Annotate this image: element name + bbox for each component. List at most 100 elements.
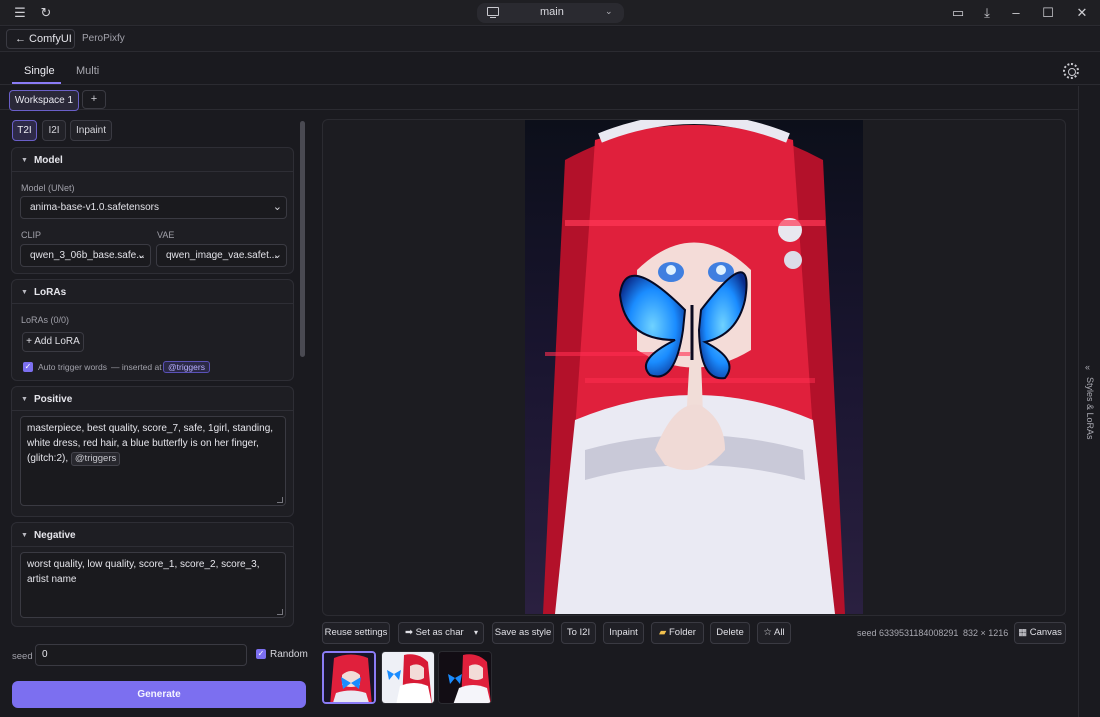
clip-select[interactable]: qwen_3_06b_base.safe... ⌄ bbox=[20, 244, 151, 267]
refresh-icon[interactable]: ↻ bbox=[38, 5, 54, 21]
back-to-comfyui-button[interactable]: ← ComfyUI bbox=[6, 29, 75, 49]
auto-trigger-label: Auto trigger words bbox=[38, 362, 107, 372]
chevron-down-icon: ▾ bbox=[473, 628, 478, 637]
lora-card-header[interactable]: ▼ LoRAs bbox=[21, 287, 66, 298]
workspace-tabs: Workspace 1 + bbox=[0, 86, 1078, 111]
set-as-char-label: ➡ Set as char bbox=[405, 627, 464, 638]
negative-prompt-input[interactable]: worst quality, low quality, score_1, sco… bbox=[20, 552, 286, 618]
settings-panel: T2I I2I Inpaint ▼ Model Model (UNet) anim… bbox=[0, 111, 308, 717]
positive-prompt-text: masterpiece, best quality, score_7, safe… bbox=[27, 423, 274, 464]
gear-icon[interactable] bbox=[1063, 63, 1079, 79]
expand-panel-icon[interactable]: « bbox=[1085, 362, 1090, 372]
size-readout: 832 × 1216 bbox=[963, 628, 1009, 638]
history-thumbnail[interactable] bbox=[322, 651, 376, 704]
folder-button[interactable]: ▰ Folder bbox=[651, 622, 704, 644]
trigger-token: @triggers bbox=[70, 452, 121, 466]
tab-t2i[interactable]: T2I bbox=[12, 120, 37, 141]
seed-input[interactable]: 0 bbox=[35, 644, 247, 666]
positive-card-title: Positive bbox=[33, 394, 73, 405]
app-nav: ← ComfyUI PeroPixfy bbox=[0, 27, 1100, 52]
feedback-icon[interactable]: ▭ bbox=[950, 5, 966, 21]
branch-selector[interactable]: main ⌄ bbox=[477, 3, 624, 23]
mode-tabs: Single Multi bbox=[0, 53, 1100, 85]
negative-card: ▼ Negative worst quality, low quality, sc… bbox=[11, 522, 294, 627]
positive-card: ▼ Positive masterpiece, best quality, sco… bbox=[11, 386, 294, 517]
chevron-down-icon: ⌄ bbox=[272, 249, 282, 261]
lora-card-title: LoRAs bbox=[33, 287, 67, 298]
trigger-tag: @triggers bbox=[163, 361, 210, 373]
random-seed-checkbox[interactable]: ✓ bbox=[256, 649, 266, 659]
styles-loras-label-wrap: Styles & LoRAs bbox=[1083, 377, 1095, 447]
menu-icon[interactable]: ☰ bbox=[12, 5, 28, 21]
tab-i2i[interactable]: I2I bbox=[42, 120, 66, 141]
active-tab-indicator bbox=[12, 82, 61, 84]
canvas-button[interactable]: ▦ Canvas bbox=[1014, 622, 1066, 644]
styles-loras-label: Styles & LoRAs bbox=[1085, 377, 1095, 440]
negative-card-title: Negative bbox=[33, 530, 76, 541]
to-i2i-button[interactable]: To I2I bbox=[561, 622, 596, 644]
history-thumbnail[interactable] bbox=[438, 651, 492, 704]
collapse-triangle-icon: ▼ bbox=[21, 157, 28, 164]
thumbnail-art bbox=[324, 653, 374, 702]
add-workspace-button[interactable]: + bbox=[82, 90, 106, 109]
add-lora-button[interactable]: + Add LoRA bbox=[22, 332, 84, 352]
inserted-at-label: — inserted at bbox=[111, 362, 162, 372]
set-as-char-button[interactable]: ➡ Set as char ▾ bbox=[398, 622, 484, 644]
model-card: ▼ Model Model (UNet) anima-base-v1.0.safe… bbox=[11, 147, 294, 274]
tab-workspace-1[interactable]: Workspace 1 bbox=[9, 90, 79, 111]
collapse-triangle-icon: ▼ bbox=[21, 532, 28, 539]
random-label: Random bbox=[270, 649, 308, 660]
maximize-icon[interactable]: ☐ bbox=[1040, 5, 1056, 21]
seed-readout: seed 6339531184008291 bbox=[857, 628, 959, 638]
positive-prompt-input[interactable]: masterpiece, best quality, score_7, safe… bbox=[20, 416, 286, 506]
clip-label: CLIP bbox=[21, 230, 42, 240]
negative-card-header[interactable]: ▼ Negative bbox=[21, 530, 76, 541]
generate-button[interactable]: Generate bbox=[12, 681, 306, 708]
chevron-down-icon: ⌄ bbox=[272, 201, 282, 213]
seed-label: seed bbox=[12, 651, 33, 662]
star-icon: ☆ bbox=[763, 627, 772, 638]
divider bbox=[12, 546, 293, 547]
unet-label: Model (UNet) bbox=[21, 183, 75, 193]
favorites-all-button[interactable]: ☆ All bbox=[757, 622, 791, 644]
divider bbox=[12, 410, 293, 411]
save-as-style-button[interactable]: Save as style bbox=[492, 622, 554, 644]
unet-select[interactable]: anima-base-v1.0.safetensors ⌄ bbox=[20, 196, 287, 219]
auto-trigger-checkbox[interactable]: ✓ bbox=[23, 362, 33, 372]
model-card-title: Model bbox=[33, 155, 63, 166]
app-title: PeroPixfy bbox=[82, 33, 125, 44]
divider bbox=[12, 171, 293, 172]
close-icon[interactable]: ✕ bbox=[1074, 5, 1090, 21]
tab-inpaint[interactable]: Inpaint bbox=[70, 120, 112, 141]
collapse-triangle-icon: ▼ bbox=[21, 396, 28, 403]
window-titlebar: ☰ ↻ main ⌄ ▭ ⤓ – ☐ ✕ bbox=[0, 0, 1100, 26]
minimize-icon[interactable]: – bbox=[1008, 5, 1024, 21]
model-card-header[interactable]: ▼ Model bbox=[21, 155, 63, 166]
vae-label: VAE bbox=[157, 230, 175, 240]
positive-card-header[interactable]: ▼ Positive bbox=[21, 394, 72, 405]
monitor-icon bbox=[487, 7, 499, 19]
collapse-triangle-icon: ▼ bbox=[21, 289, 28, 296]
tab-single[interactable]: Single bbox=[24, 65, 55, 77]
clip-value: qwen_3_06b_base.safe... bbox=[30, 250, 145, 261]
resize-handle[interactable] bbox=[277, 497, 283, 503]
chevron-down-icon: ⌄ bbox=[136, 249, 146, 261]
generated-image[interactable] bbox=[525, 120, 863, 614]
thumbnail-art bbox=[439, 652, 491, 703]
lora-card: ▼ LoRAs LoRAs (0/0) + Add LoRA ✓ Auto tri… bbox=[11, 279, 294, 381]
reuse-settings-button[interactable]: Reuse settings bbox=[322, 622, 390, 644]
branch-label: main bbox=[540, 6, 564, 18]
history-thumbnail[interactable] bbox=[381, 651, 435, 704]
tab-multi[interactable]: Multi bbox=[76, 65, 99, 77]
resize-handle[interactable] bbox=[277, 609, 283, 615]
folder-icon: ▰ bbox=[659, 627, 667, 638]
folder-label: Folder bbox=[669, 627, 696, 638]
vae-select[interactable]: qwen_image_vae.safet... ⌄ bbox=[156, 244, 287, 267]
all-label: All bbox=[774, 627, 785, 638]
delete-button[interactable]: Delete bbox=[710, 622, 750, 644]
inpaint-button[interactable]: Inpaint bbox=[603, 622, 644, 644]
lora-count: LoRAs (0/0) bbox=[21, 315, 70, 325]
download-icon[interactable]: ⤓ bbox=[979, 5, 995, 21]
canvas-icon: ▦ bbox=[1018, 627, 1028, 638]
panel-scrollbar[interactable] bbox=[300, 121, 305, 357]
